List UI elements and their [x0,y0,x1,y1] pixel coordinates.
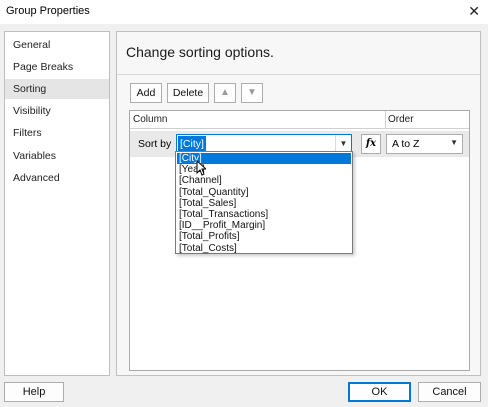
title-bar: Group Properties ✕ [0,0,488,24]
dropdown-option[interactable]: [Total_Quantity] [177,187,351,198]
order-value: A to Z [392,138,420,150]
chevron-down-icon[interactable]: ▼ [450,138,458,147]
add-button[interactable]: Add [130,83,162,103]
sidebar-item-page-breaks[interactable]: Page Breaks [5,57,109,77]
dropdown-option[interactable]: [Total_Transactions] [177,209,351,220]
window-title: Group Properties [6,5,90,17]
sidebar-item-sorting[interactable]: Sorting [5,79,109,99]
page-title: Change sorting options. [126,44,274,60]
help-button[interactable]: Help [4,382,64,402]
sidebar-item-visibility[interactable]: Visibility [5,101,109,121]
dropdown-option[interactable]: [Total_Profits] [177,231,351,242]
cancel-button[interactable]: Cancel [418,382,481,402]
dropdown-option[interactable]: [ID__Profit_Margin] [177,220,351,231]
dropdown-option[interactable]: [Channel] [177,175,351,186]
mouse-pointer-icon [196,160,206,176]
heading-divider [117,74,480,75]
ok-button[interactable]: OK [348,382,411,402]
sidebar-nav: General Page Breaks Sorting Visibility F… [4,31,110,376]
sidebar-item-variables[interactable]: Variables [5,146,109,166]
sidebar-item-advanced[interactable]: Advanced [5,168,109,188]
move-down-icon[interactable]: ▼ [241,83,263,103]
column-header: Column [133,114,168,125]
sidebar-item-filters[interactable]: Filters [5,123,109,143]
move-up-icon[interactable]: ▲ [214,83,236,103]
sort-column-value[interactable]: [City] [178,136,206,152]
sort-by-label: Sort by [138,138,172,150]
sidebar-item-general[interactable]: General [5,35,109,55]
delete-button[interactable]: Delete [167,83,209,103]
order-header: Order [388,114,414,125]
dropdown-option[interactable]: [Total_Sales] [177,198,351,209]
expression-button[interactable]: fx [361,134,381,154]
header-divider [385,111,386,129]
dropdown-option[interactable]: [Total_Costs] [177,243,351,254]
order-select[interactable]: A to Z ▼ [386,134,463,154]
grid-header: Column Order [130,111,469,129]
close-icon[interactable]: ✕ [468,3,480,20]
